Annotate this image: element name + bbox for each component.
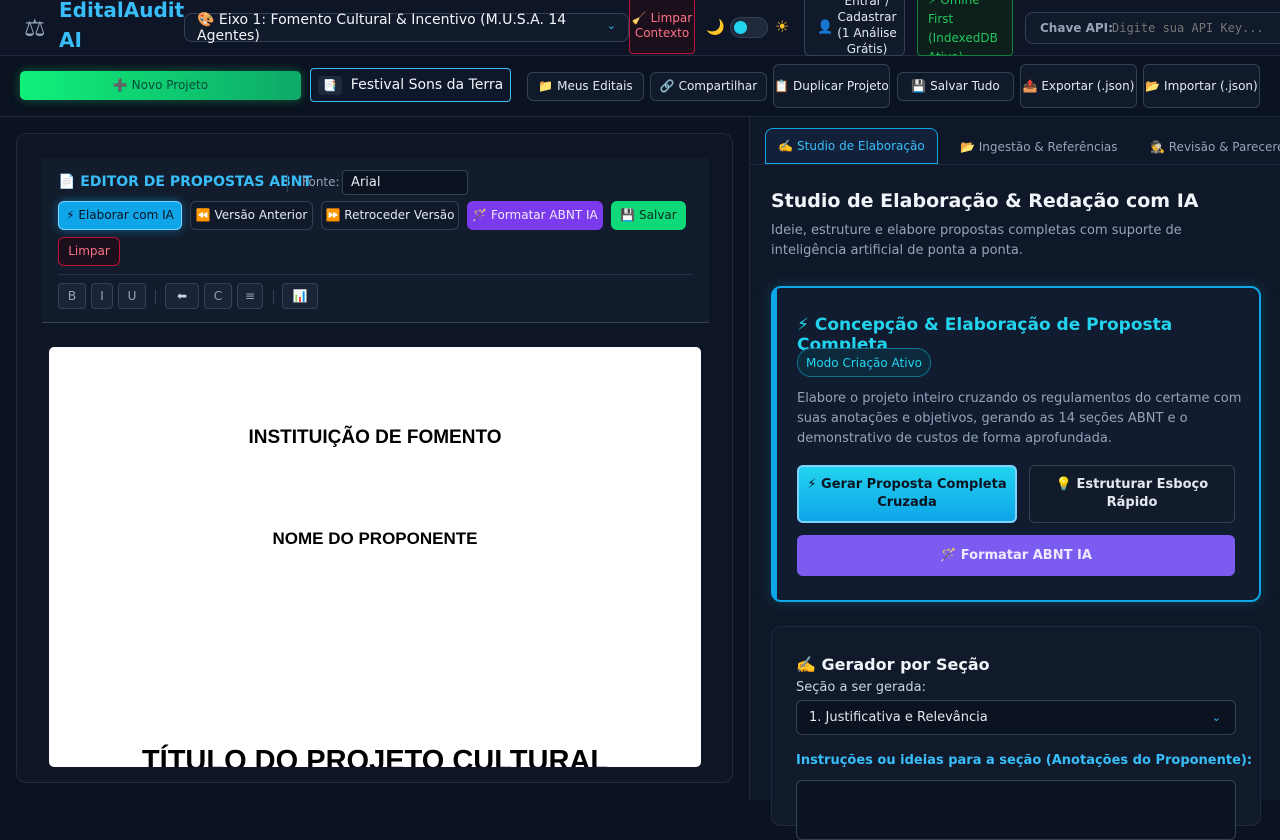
secao-value: 1. Justificativa e Relevância	[809, 710, 988, 725]
editor-panel: 📄 EDITOR DE PROPOSTAS ABNT Fonte: Arial …	[16, 133, 733, 783]
elaborar-ia-button[interactable]: ⚡ Elaborar com IA	[58, 201, 182, 230]
brand-name: EditalAudit AI	[59, 0, 185, 56]
underline-button[interactable]: U	[118, 283, 146, 309]
instrucoes-textarea[interactable]	[796, 780, 1236, 840]
studio-tabs: ✍️ Studio de Elaboração 📂 Ingestão & Ref…	[750, 117, 1280, 165]
align-center-button[interactable]: C	[204, 283, 232, 309]
insert-chart-button[interactable]: 📊	[282, 283, 318, 309]
moon-icon: 🌙	[706, 18, 725, 36]
novo-projeto-button[interactable]: ➕ Novo Projeto	[20, 71, 301, 100]
eixo-selector[interactable]: 🎨 Eixo 1: Fomento Cultural & Incentivo (…	[184, 11, 629, 44]
estruturar-esboco-button[interactable]: 💡 Estruturar Esboço Rápido	[1029, 465, 1235, 523]
tab-studio[interactable]: ✍️ Studio de Elaboração	[765, 128, 938, 164]
divider	[155, 290, 156, 304]
current-project-button[interactable]: 📑 Festival Sons da Terra	[310, 68, 511, 102]
sun-icon: ☀	[775, 17, 790, 36]
doc-titulo: TÍTULO DO PROJETO CULTURAL	[141, 745, 609, 767]
versao-anterior-button[interactable]: ⏪ Versão Anterior	[190, 201, 313, 230]
scales-logo-icon: ⚖	[24, 14, 46, 42]
divider	[58, 274, 693, 275]
studio-panel: ✍️ Studio de Elaboração 📂 Ingestão & Ref…	[749, 117, 1280, 840]
tab-ingestao[interactable]: 📂 Ingestão & Referências	[950, 128, 1128, 164]
gerar-proposta-button[interactable]: ⚡ Gerar Proposta Completa Cruzada	[797, 465, 1017, 523]
exportar-button[interactable]: 📤 Exportar (.json)	[1020, 64, 1137, 108]
theme-toggle[interactable]	[730, 17, 768, 38]
doc-proponente: NOME DO PROPONENTE	[272, 529, 478, 548]
italic-button[interactable]: I	[91, 283, 113, 309]
current-project-name: Festival Sons da Terra	[350, 76, 504, 93]
eixo-label: 🎨 Eixo 1: Fomento Cultural & Incentivo (…	[197, 11, 567, 44]
project-toolbar: ➕ Novo Projeto 📑 Festival Sons da Terra …	[0, 56, 1280, 117]
brand-line-1: EditalAudit	[59, 0, 185, 22]
tab-revisao[interactable]: 🕵️ Revisão & Pareceres	[1140, 128, 1280, 164]
align-justify-button[interactable]: ≡	[237, 283, 263, 309]
meus-editais-button[interactable]: 📁 Meus Editais	[527, 72, 644, 101]
duplicar-projeto-button[interactable]: 📋 Duplicar Projeto	[773, 64, 890, 108]
fonte-value: Arial	[351, 175, 381, 190]
login-label: Entrar / Cadastrar (1 Análise Grátis)	[837, 0, 897, 56]
modo-criacao-badge: Modo Criação Ativo	[797, 348, 931, 377]
divider	[273, 290, 274, 304]
studio-subtitle: Ideie, estruture e elabore propostas com…	[771, 223, 1182, 258]
align-left-button[interactable]: ⬅	[165, 283, 199, 309]
editor-title: 📄 EDITOR DE PROPOSTAS ABNT	[58, 174, 313, 190]
offline-status-badge: ⚡ Offline First (IndexedDB Ativo)	[917, 0, 1013, 56]
limpar-contexto-button[interactable]: 🧹 Limpar Contexto	[629, 0, 695, 54]
secao-label: Seção a ser gerada:	[796, 680, 926, 695]
document-page[interactable]: INSTITUIÇÃO DE FOMENTO NOME DO PROPONENT…	[49, 347, 701, 767]
formatar-abnt-button[interactable]: 🪄 Formatar ABNT IA	[467, 201, 603, 230]
login-button[interactable]: 👤 Entrar / Cadastrar (1 Análise Grátis)	[804, 0, 905, 56]
studio-title: Studio de Elaboração & Redação com IA	[771, 190, 1199, 212]
instrucoes-label: Instruções ou ideias para a seção (Anota…	[796, 753, 1253, 768]
retroceder-versao-button[interactable]: ⏩ Retroceder Versão	[321, 201, 459, 230]
secao-select[interactable]: 1. Justificativa e Relevância ⌄	[796, 700, 1236, 735]
app-header: ⚖ EditalAudit AI 🎨 Eixo 1: Fomento Cultu…	[0, 0, 1280, 56]
gerador-secao-card: ✍️ Gerador por Seção Seção a ser gerada:…	[771, 626, 1261, 840]
salvar-tudo-button[interactable]: 💾 Salvar Tudo	[897, 72, 1014, 101]
api-key-field: Chave API:	[1025, 12, 1280, 44]
chevron-down-icon: ⌄	[606, 19, 616, 32]
api-key-label: Chave API:	[1040, 21, 1113, 35]
card-title: ✍️ Gerador por Seção	[796, 655, 990, 674]
proposta-completa-card: ⚡ Concepção & Elaboração de Proposta Com…	[771, 286, 1261, 602]
compartilhar-button[interactable]: 🔗 Compartilhar	[650, 72, 767, 101]
bold-button[interactable]: B	[58, 283, 86, 309]
card-description: Elabore o projeto inteiro cruzando os re…	[797, 391, 1242, 446]
fonte-label: Fonte:	[302, 175, 340, 189]
fonte-select[interactable]: Arial	[342, 170, 468, 195]
formatar-abnt-ia-button[interactable]: 🪄 Formatar ABNT IA	[797, 535, 1235, 576]
doc-instituicao: INSTITUIÇÃO DE FOMENTO	[248, 427, 502, 448]
importar-button[interactable]: 📂 Importar (.json)	[1143, 64, 1260, 108]
limpar-button[interactable]: Limpar	[58, 237, 120, 266]
chevron-down-icon: ⌄	[1211, 711, 1221, 724]
api-key-input[interactable]	[1112, 17, 1280, 39]
editor-header: 📄 EDITOR DE PROPOSTAS ABNT Fonte: Arial …	[42, 158, 709, 323]
divider	[287, 174, 288, 192]
toggle-knob	[734, 21, 747, 34]
brand-line-2: AI	[59, 28, 82, 52]
document-icon: 📑	[317, 75, 342, 95]
card-accent	[773, 288, 777, 600]
salvar-button[interactable]: 💾 Salvar	[611, 201, 686, 230]
user-icon: 👤	[817, 20, 834, 35]
